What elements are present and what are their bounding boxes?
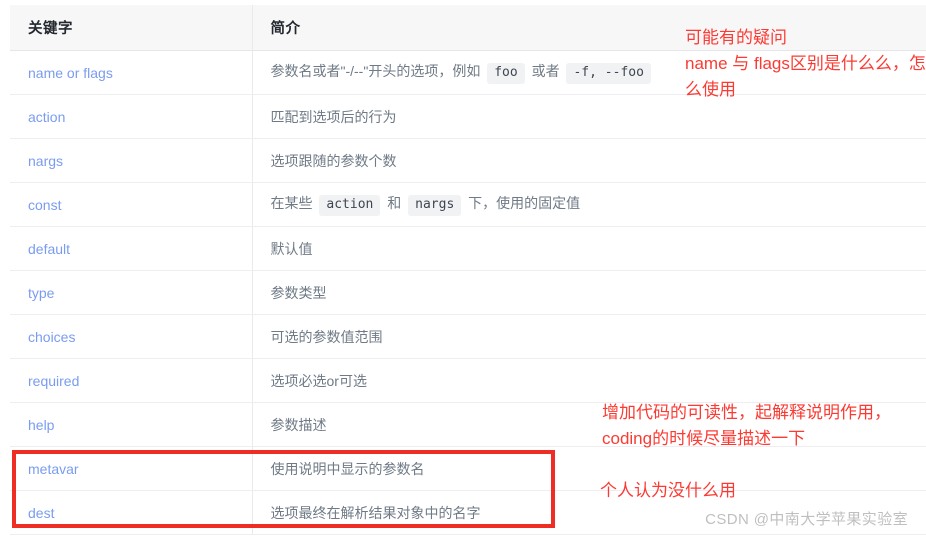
column-header-keyword: 关键字 [10, 5, 253, 51]
keyword-link[interactable]: const [28, 197, 61, 213]
description-text: 可选的参数值范围 [271, 329, 383, 345]
description-segment: 选项必选or可选 [270, 372, 367, 389]
keyword-link[interactable]: type [28, 285, 54, 301]
annotation-metavar-note: 个人认为没什么用 [600, 481, 736, 500]
description-text: 使用说明中显示的参数名 [271, 461, 425, 477]
keyword-link[interactable]: dest [28, 505, 54, 521]
description-text: 参数描述 [271, 417, 327, 433]
table-row: choices 可选的参数值范围 [10, 314, 926, 359]
cell-keyword: required [10, 358, 253, 403]
description-segment: 下，使用的固定值 [464, 194, 581, 211]
description-segment: 或者 [527, 62, 564, 79]
keyword-link[interactable]: name or flags [28, 65, 113, 81]
annotation-help-note: 增加代码的可读性，起解释说明作用，coding的时候尽量描述一下 [602, 403, 891, 448]
description-text: 匹配到选项后的行为 [271, 109, 397, 125]
description-segment: 参数名或者"-/--"开头的选项，例如 [270, 62, 485, 79]
cell-keyword: const [10, 182, 253, 227]
cell-keyword: choices [10, 314, 253, 359]
inline-code-chip: -f, --foo [566, 62, 651, 85]
cell-keyword: nargs [10, 138, 253, 183]
description-segment: 参数类型 [270, 284, 327, 301]
table-row: default 默认值 [10, 226, 926, 271]
table-row: required 选项必选or可选 [10, 358, 926, 403]
annotation-top-question: 可能有的疑问 name 与 flags区别是什么么，怎么使用 [685, 28, 926, 99]
description-segment: 在某些 [270, 194, 317, 211]
inline-code-chip: action [319, 194, 381, 217]
description-segment: 默认值 [270, 240, 313, 257]
description-segment: 使用说明中显示的参数名 [270, 460, 425, 477]
inline-code-chip: foo [487, 62, 525, 85]
csdn-watermark: CSDN @中南大学苹果实验室 [705, 511, 908, 528]
cell-keyword: metavar [10, 446, 253, 491]
description-text: 选项最终在解析结果对象中的名字 [271, 505, 481, 521]
description-text: 参数类型 [271, 285, 327, 301]
keyword-link[interactable]: required [28, 373, 79, 389]
description-segment: 和 [383, 194, 406, 211]
cell-keyword: action [10, 94, 253, 139]
description-segment: 选项最终在解析结果对象中的名字 [270, 504, 481, 521]
cell-description: 默认值 [252, 226, 926, 271]
keyword-link[interactable]: choices [28, 329, 75, 345]
table-row: nargs 选项跟随的参数个数 [10, 138, 926, 183]
description-segment: 匹配到选项后的行为 [270, 108, 397, 125]
keyword-link[interactable]: action [28, 109, 65, 125]
keyword-link[interactable]: nargs [28, 153, 63, 169]
keyword-link[interactable]: default [28, 241, 70, 257]
description-text: 参数名或者"-/--"开头的选项，例如 foo 或者 -f, --foo [270, 62, 654, 85]
table-body: name or flags 参数名或者"-/--"开头的选项，例如 foo 或者 … [10, 50, 926, 535]
description-text: 选项必选or可选 [271, 373, 367, 389]
description-text: 选项跟随的参数个数 [271, 153, 397, 169]
inline-code-chip: nargs [408, 194, 462, 217]
cell-keyword: help [10, 402, 253, 447]
description-segment: 参数描述 [270, 416, 327, 433]
table-row: type 参数类型 [10, 270, 926, 315]
cell-keyword: dest [10, 490, 253, 535]
table-row: const 在某些 action 和 nargs 下，使用的固定值 [10, 182, 926, 227]
keyword-link[interactable]: metavar [28, 461, 79, 477]
description-text: 在某些 action 和 nargs 下，使用的固定值 [270, 194, 581, 217]
cell-description: 可选的参数值范围 [252, 314, 926, 359]
cell-description: 选项必选or可选 [252, 358, 926, 403]
cell-description: 选项跟随的参数个数 [252, 138, 926, 183]
page-root: 关键字 简介 name or flags 参数名或者"-/--"开头的选项，例如 … [0, 0, 926, 537]
cell-keyword: name or flags [10, 50, 253, 95]
cell-keyword: type [10, 270, 253, 315]
cell-description: 在某些 action 和 nargs 下，使用的固定值 [252, 182, 926, 227]
cell-description: 参数类型 [252, 270, 926, 315]
description-segment: 选项跟随的参数个数 [270, 152, 397, 169]
keyword-link[interactable]: help [28, 417, 54, 433]
description-text: 默认值 [271, 241, 313, 257]
cell-keyword: default [10, 226, 253, 271]
description-segment: 可选的参数值范围 [270, 328, 383, 345]
